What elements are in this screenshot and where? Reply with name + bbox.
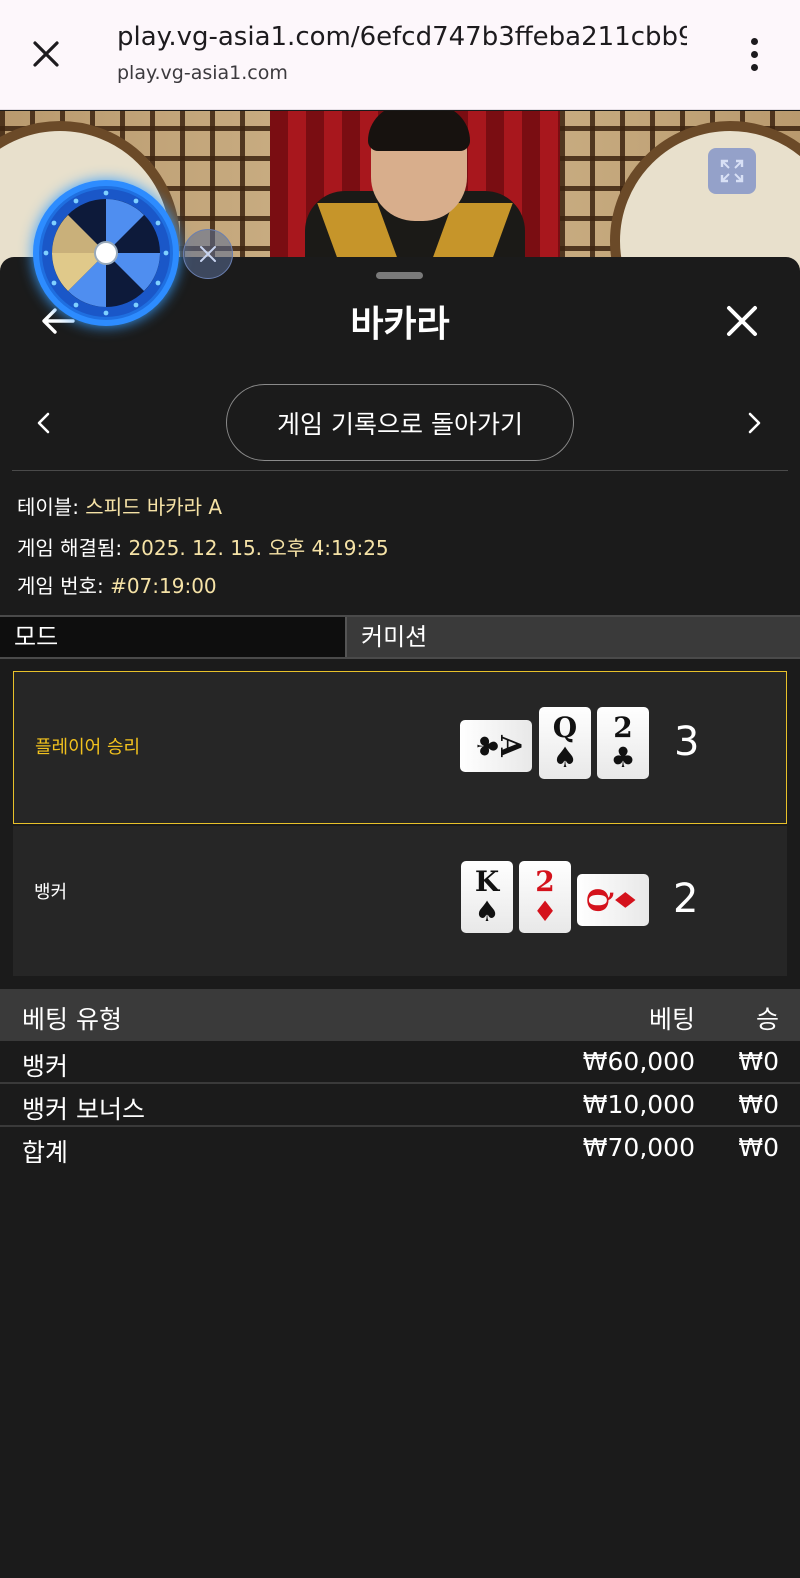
chevron-right-icon (748, 412, 761, 434)
card-rank: K (474, 865, 500, 898)
player-card-3: 2 ♣ (597, 707, 649, 779)
game-detail-panel: 바카라 게임 기록으로 돌아가기 테이블: 스피드 바카라 A 게임 해결됨: … (0, 257, 800, 1578)
table-row: 뱅커 보너스 ₩10,000 ₩0 (0, 1085, 800, 1127)
card-rank: A (493, 735, 527, 757)
prize-wheel-button[interactable] (33, 180, 179, 326)
player-card-2: Q ♠ (539, 707, 591, 779)
banker-card-3: Q ♦ (577, 874, 649, 926)
bet-type: 뱅커 (22, 1052, 69, 1081)
player-score: 3 (674, 719, 700, 765)
header-bet: 베팅 (648, 1005, 695, 1034)
banker-card-1: K ♠ (461, 861, 513, 933)
card-rank: Q (552, 711, 578, 744)
player-card-1: ♣ A (460, 720, 532, 772)
banker-result-label: 뱅커 (34, 882, 68, 903)
browser-toolbar: play.vg-asia1.com/6efcd747b3ffeba211cbb9… (0, 0, 800, 110)
header-bet-type: 베팅 유형 (22, 1005, 122, 1034)
drag-handle[interactable] (376, 272, 423, 279)
next-game-button[interactable] (740, 403, 770, 443)
resolved-info: 게임 해결됨: 2025. 12. 15. 오후 4:19:25 (17, 532, 389, 561)
tab-mode[interactable]: 모드 (0, 617, 345, 657)
bet-type: 뱅커 보너스 (22, 1095, 145, 1124)
dismiss-wheel-button[interactable] (183, 229, 233, 279)
browser-url[interactable]: play.vg-asia1.com/6efcd747b3ffeba211cbb9… (117, 22, 687, 52)
card-suit: ♦ (532, 895, 558, 928)
total-win: ₩0 (738, 1133, 779, 1162)
resolved-label: 게임 해결됨: (17, 536, 129, 560)
browser-close-button[interactable] (22, 30, 70, 78)
close-icon (727, 306, 757, 336)
close-icon (33, 41, 59, 67)
total-row: 합계 ₩70,000 ₩0 (0, 1128, 800, 1170)
banker-result: 뱅커 K ♠ 2 ♦ Q ♦ 2 (13, 826, 787, 976)
fullscreen-button[interactable] (708, 148, 756, 194)
divider (12, 470, 788, 471)
card-suit: ♠ (474, 895, 500, 928)
table-info: 테이블: 스피드 바카라 A (17, 491, 222, 520)
prize-wheel-icon (42, 189, 170, 317)
browser-domain: play.vg-asia1.com (117, 62, 288, 84)
fullscreen-icon (720, 159, 744, 183)
card-suit: ♠ (552, 741, 578, 774)
table-row: 뱅커 ₩60,000 ₩0 (0, 1042, 800, 1084)
bet-amount: ₩10,000 (582, 1090, 695, 1119)
panel-close-button[interactable] (718, 297, 766, 345)
mode-tabs: 모드 커미션 (0, 615, 800, 659)
bets-table-header: 베팅 유형 베팅 승 (0, 989, 800, 1041)
chevron-left-icon (37, 412, 50, 434)
win-amount: ₩0 (738, 1090, 779, 1119)
close-icon (200, 246, 216, 262)
game-number-value: #07:19:00 (110, 574, 217, 598)
screen: play.vg-asia1.com/6efcd747b3ffeba211cbb9… (0, 0, 800, 1578)
banker-score: 2 (673, 876, 699, 922)
table-label: 테이블: (17, 495, 86, 519)
more-vert-icon (750, 37, 758, 45)
card-rank: 2 (535, 865, 555, 898)
resolved-value: 2025. 12. 15. 오후 4:19:25 (128, 536, 389, 560)
card-suit: ♣ (610, 741, 636, 774)
card-suit: ♦ (609, 887, 643, 913)
table-value: 스피드 바카라 A (85, 495, 223, 519)
total-bet: ₩70,000 (582, 1133, 695, 1162)
dealer-hair (368, 111, 470, 151)
previous-game-button[interactable] (28, 403, 58, 443)
bet-amount: ₩60,000 (582, 1047, 695, 1076)
game-number-label: 게임 번호: (17, 574, 111, 598)
player-result-label: 플레이어 승리 (35, 737, 141, 758)
total-label: 합계 (22, 1138, 69, 1167)
back-to-history-button[interactable]: 게임 기록으로 돌아가기 (226, 384, 574, 461)
browser-menu-button[interactable] (734, 30, 774, 78)
banker-card-2: 2 ♦ (519, 861, 571, 933)
win-amount: ₩0 (738, 1047, 779, 1076)
tab-commission[interactable]: 커미션 (345, 617, 800, 657)
player-result: 플레이어 승리 ♣ A Q ♠ 2 ♣ 3 (13, 671, 787, 824)
card-rank: 2 (613, 711, 633, 744)
game-number-info: 게임 번호: #07:19:00 (17, 570, 217, 599)
header-win: 승 (755, 1005, 779, 1034)
